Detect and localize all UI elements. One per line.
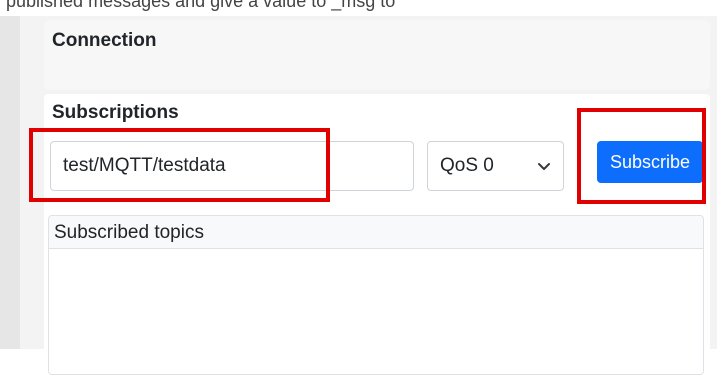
connection-title: Connection bbox=[52, 30, 157, 51]
subscriptions-card: Subscriptions QoS 0 Subscribe Subscribed… bbox=[44, 94, 710, 375]
chevron-down-icon bbox=[538, 163, 550, 170]
topic-input[interactable] bbox=[50, 141, 414, 191]
qos-select[interactable]: QoS 0 bbox=[427, 141, 564, 191]
subscribe-button[interactable]: Subscribe bbox=[597, 141, 703, 183]
subscriptions-title: Subscriptions bbox=[52, 102, 179, 123]
qos-selected-value: QoS 0 bbox=[440, 155, 494, 176]
subscribed-topics-header: Subscribed topics bbox=[49, 216, 703, 249]
left-gutter bbox=[0, 16, 20, 349]
subscribed-topics-panel: Subscribed topics bbox=[48, 215, 704, 375]
connection-card[interactable]: Connection bbox=[44, 20, 710, 90]
top-caption-text: published messages and give a value to _… bbox=[6, 0, 396, 11]
subscribed-topics-list[interactable] bbox=[49, 249, 703, 374]
